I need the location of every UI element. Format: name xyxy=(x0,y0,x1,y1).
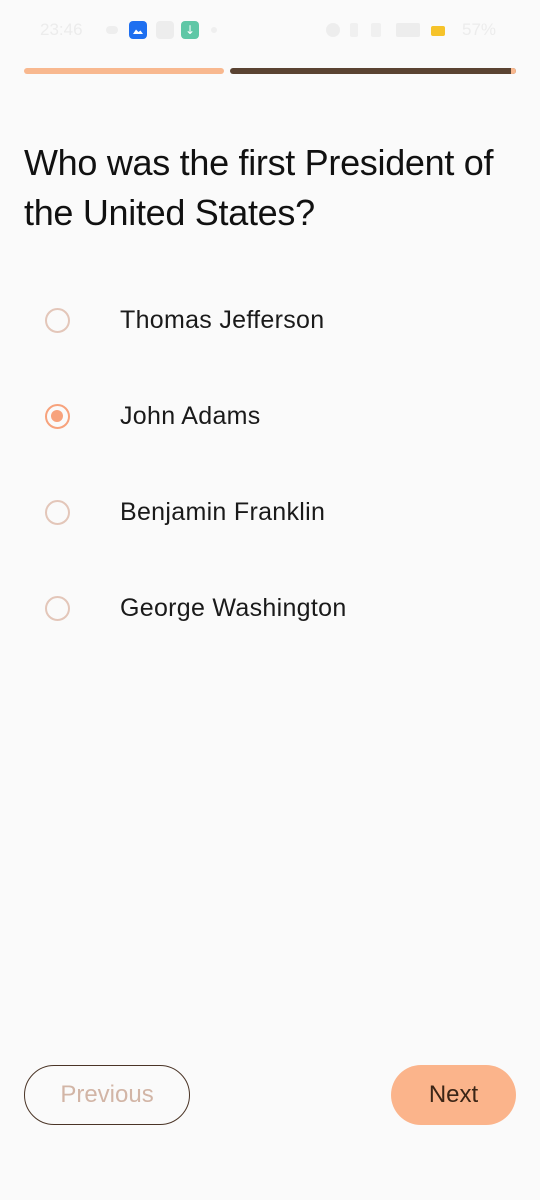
option-label: George Washington xyxy=(120,593,347,622)
alarm-icon xyxy=(326,23,340,37)
app-icon xyxy=(129,21,147,39)
radio-button[interactable] xyxy=(45,499,70,525)
option-benjamin-franklin[interactable]: Benjamin Franklin xyxy=(24,476,516,548)
option-label: Benjamin Franklin xyxy=(120,497,326,526)
radio-button[interactable] xyxy=(45,307,70,333)
status-time: 23:46 xyxy=(40,20,83,39)
dot-icon xyxy=(211,27,217,33)
option-thomas-jefferson[interactable]: Thomas Jefferson xyxy=(24,284,516,356)
progress-end-cap xyxy=(511,68,516,74)
battery-icon xyxy=(431,26,445,36)
next-button[interactable]: Next xyxy=(391,1065,516,1125)
option-label: Thomas Jefferson xyxy=(120,305,325,334)
radio-button-selected[interactable] xyxy=(45,403,70,429)
previous-button[interactable]: Previous xyxy=(24,1065,190,1125)
question-text: Who was the first President of the Unite… xyxy=(24,142,494,233)
radio-button[interactable] xyxy=(45,595,70,621)
notification-icon xyxy=(156,21,174,39)
quiz-progress-bar xyxy=(24,68,516,74)
option-george-washington[interactable]: George Washington xyxy=(24,572,516,644)
progress-completed xyxy=(24,68,224,74)
wifi-icon xyxy=(371,23,381,37)
option-john-adams[interactable]: John Adams xyxy=(24,380,516,452)
status-bar: 23:46 57% xyxy=(0,0,540,60)
option-label: John Adams xyxy=(120,401,261,430)
battery-percent: 57% xyxy=(462,20,497,39)
progress-remaining xyxy=(230,68,516,74)
vibrate-icon xyxy=(350,23,358,37)
download-icon xyxy=(181,21,199,39)
signal-icon xyxy=(396,23,420,37)
cloud-icon xyxy=(106,26,118,34)
